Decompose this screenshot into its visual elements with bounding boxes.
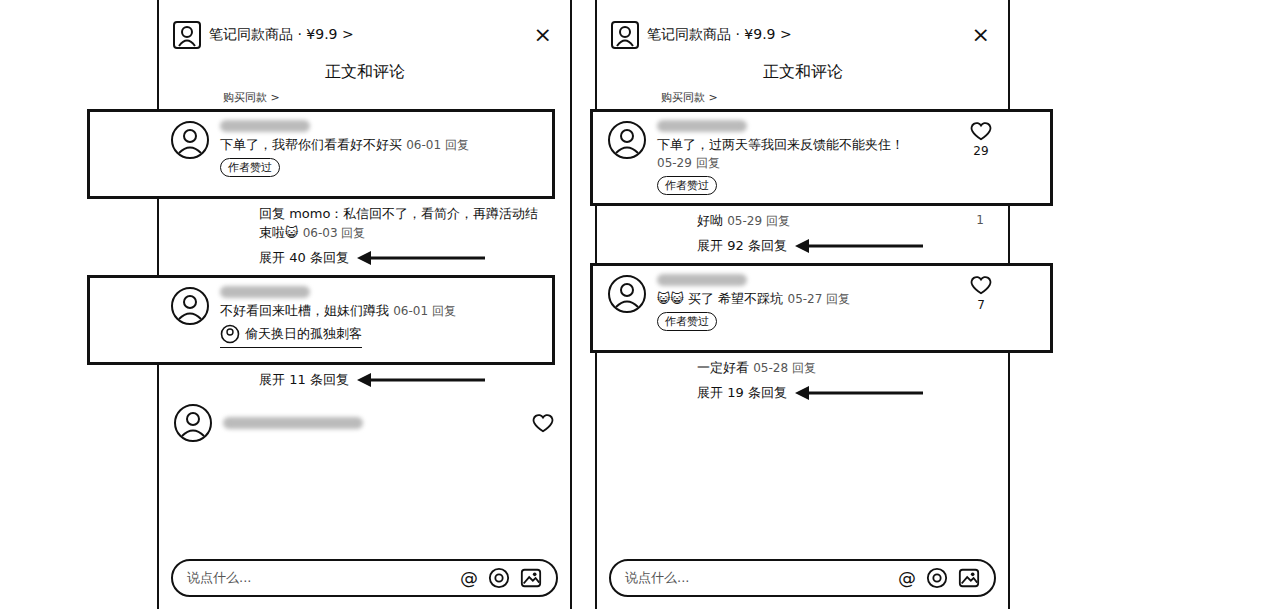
comment-meta[interactable]: 06-01 回复 [393, 304, 456, 318]
buy-link[interactable]: 购买同款 > [661, 90, 1008, 105]
annotation-arrow-icon [795, 239, 925, 253]
username-blurred [220, 120, 310, 132]
image-icon[interactable] [520, 567, 542, 589]
author-liked-tag: 作者赞过 [220, 158, 280, 177]
comment-text: 下单了，我帮你们看看好不好买 06-01 回复 [220, 136, 540, 154]
avatar-icon[interactable] [607, 274, 647, 314]
comment-panel: 笔记同款商品 · ¥9.9 > × 正文和评论购买同款 > 下单了，过两天等我回来反馈… [595, 0, 1010, 609]
heart-icon [970, 120, 992, 142]
input-placeholder: 说点什么... [187, 569, 450, 587]
like-button[interactable]: 29 [970, 120, 992, 158]
expand-row: 展开 11 条回复 [159, 365, 570, 397]
reply-text: 好呦 05-29 回复 [697, 212, 968, 231]
mention-button[interactable]: @ [460, 569, 478, 587]
comment-input[interactable]: 说点什么... @ [171, 559, 558, 597]
comment-meta[interactable]: 05-27 回复 [788, 292, 851, 306]
image-icon[interactable] [958, 567, 980, 589]
product-thumb-icon [173, 21, 201, 49]
reply-meta[interactable]: 05-29 回复 [727, 214, 790, 228]
username-blurred [220, 286, 310, 298]
expand-row: 展开 92 条回复 [597, 231, 1008, 263]
comment-card: 下单了，过两天等我回来反馈能不能夹住！ 05-29 回复作者赞过 29 [590, 109, 1053, 206]
comment-text: 😺😺 买了 希望不踩坑 05-27 回复 [657, 290, 960, 308]
header-bar: 笔记同款商品 · ¥9.9 > × [159, 18, 570, 52]
mini-avatar-icon [220, 324, 240, 344]
close-button[interactable]: × [530, 24, 556, 46]
reply-meta[interactable]: 05-28 回复 [753, 361, 816, 375]
comment-group: 😺😺 买了 希望不踩坑 05-27 回复作者赞过 7 一定好看 05-28 回复展开… [597, 263, 1008, 410]
section-title: 正文和评论 [159, 62, 570, 84]
reply-text: 回复 momo：私信回不了，看简介，再蹲活动结束啦😺 06-03 回复 [259, 205, 546, 243]
reply-meta[interactable]: 06-03 回复 [303, 226, 366, 240]
comment-partial [159, 397, 570, 449]
username-blurred [223, 417, 363, 429]
expand-replies-button[interactable]: 展开 19 条回复 [697, 384, 787, 402]
reply-row: 一定好看 05-28 回复 [597, 353, 1008, 378]
product-link[interactable]: 笔记同款商品 · ¥9.9 > [209, 26, 522, 44]
expand-replies-button[interactable]: 展开 11 条回复 [259, 371, 349, 389]
expand-row: 展开 19 条回复 [597, 378, 1008, 410]
header-bar: 笔记同款商品 · ¥9.9 > × [597, 18, 1008, 52]
reply-row: 好呦 05-29 回复 1 [597, 206, 1008, 231]
comment-meta[interactable]: 05-29 回复 [657, 156, 720, 170]
comment-group: 下单了，我帮你们看看好不好买 06-01 回复作者赞过回复 momo：私信回不了… [159, 109, 570, 275]
expand-row: 展开 40 条回复 [159, 243, 570, 275]
input-placeholder: 说点什么... [625, 569, 888, 587]
avatar-icon[interactable] [170, 286, 210, 326]
comment-card: 下单了，我帮你们看看好不好买 06-01 回复作者赞过 [87, 109, 555, 199]
username-blurred [657, 120, 747, 132]
annotation-arrow-icon [357, 251, 487, 265]
comment-body: 下单了，过两天等我回来反馈能不能夹住！ 05-29 回复作者赞过 [657, 120, 960, 195]
heart-icon [970, 274, 992, 296]
comment-text: 不好看回来吐槽，姐妹们蹲我 06-01 回复 [220, 302, 540, 320]
reply-author[interactable]: 偷天换日的孤独刺客 [220, 324, 362, 348]
expand-replies-button[interactable]: 展开 40 条回复 [259, 249, 349, 267]
reply-row: 回复 momo：私信回不了，看简介，再蹲活动结束啦😺 06-03 回复 [159, 199, 570, 243]
comment-meta[interactable]: 06-01 回复 [406, 138, 469, 152]
expand-replies-button[interactable]: 展开 92 条回复 [697, 237, 787, 255]
comment-group: 下单了，过两天等我回来反馈能不能夹住！ 05-29 回复作者赞过 29 好呦 05-… [597, 109, 1008, 263]
screenshot-page: 笔记同款商品 · ¥9.9 > × 正文和评论购买同款 > 下单了，我帮你们看看好不好… [0, 0, 1280, 609]
emoji-icon[interactable] [488, 567, 510, 589]
author-liked-tag: 作者赞过 [657, 176, 717, 195]
reply-like-count[interactable]: 1 [976, 212, 984, 229]
comment-body: 不好看回来吐槽，姐妹们蹲我 06-01 回复偷天换日的孤独刺客 [220, 286, 540, 348]
product-link[interactable]: 笔记同款商品 · ¥9.9 > [647, 26, 960, 44]
comment-body: 下单了，我帮你们看看好不好买 06-01 回复作者赞过 [220, 120, 540, 177]
comment-text: 下单了，过两天等我回来反馈能不能夹住！ 05-29 回复 [657, 136, 960, 172]
like-button[interactable]: 7 [970, 274, 992, 312]
annotation-arrow-icon [357, 373, 487, 387]
comment-group: 不好看回来吐槽，姐妹们蹲我 06-01 回复偷天换日的孤独刺客展开 11 条回复 [159, 275, 570, 397]
like-count: 7 [977, 298, 985, 312]
reply-text: 一定好看 05-28 回复 [697, 359, 984, 378]
mention-button[interactable]: @ [898, 569, 916, 587]
buy-link[interactable]: 购买同款 > [223, 90, 570, 105]
author-liked-tag: 作者赞过 [657, 312, 717, 331]
close-button[interactable]: × [968, 24, 994, 46]
product-thumb-icon [611, 21, 639, 49]
section-title: 正文和评论 [597, 62, 1008, 84]
avatar-icon[interactable] [170, 120, 210, 160]
comment-body: 😺😺 买了 希望不踩坑 05-27 回复作者赞过 [657, 274, 960, 331]
username-blurred [657, 274, 747, 286]
comment-panel: 笔记同款商品 · ¥9.9 > × 正文和评论购买同款 > 下单了，我帮你们看看好不好… [157, 0, 572, 609]
avatar-icon[interactable] [173, 403, 213, 443]
emoji-icon[interactable] [926, 567, 948, 589]
comment-card: 不好看回来吐槽，姐妹们蹲我 06-01 回复偷天换日的孤独刺客 [87, 275, 555, 365]
avatar-icon[interactable] [607, 120, 647, 160]
comment-input[interactable]: 说点什么... @ [609, 559, 996, 597]
like-count: 29 [973, 144, 988, 158]
comment-card: 😺😺 买了 希望不踩坑 05-27 回复作者赞过 7 [590, 263, 1053, 353]
annotation-arrow-icon [795, 386, 925, 400]
heart-icon[interactable] [532, 412, 554, 434]
